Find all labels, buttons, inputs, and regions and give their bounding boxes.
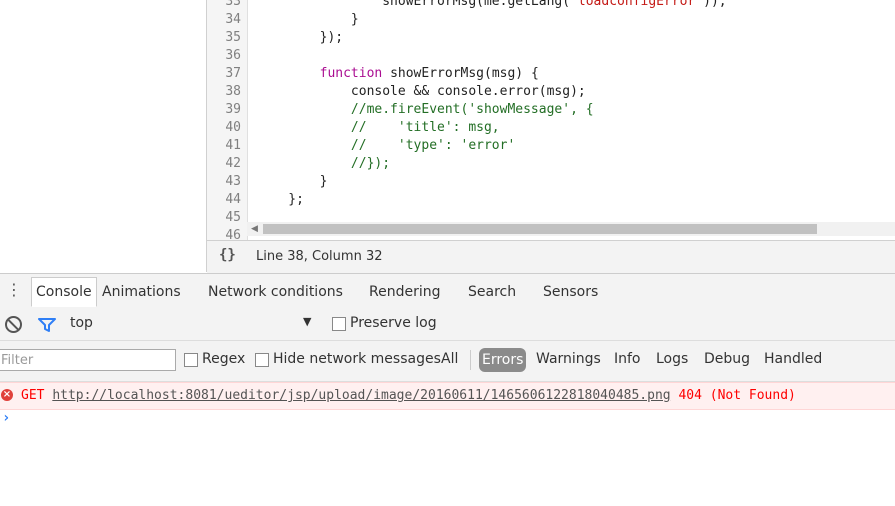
error-status: 404 (Not Found) (678, 388, 796, 403)
code-token: } (257, 174, 328, 189)
regex-checkbox[interactable] (184, 353, 198, 367)
vertical-ellipsis-icon[interactable]: ⋮ (6, 282, 22, 300)
drawer-tabbar: ⋮ Console Animations Network conditions … (0, 273, 895, 309)
code-line[interactable]: } (257, 173, 328, 191)
line-number-gutter[interactable]: 33 34 35 36 37 38 39 40 41 42 43 44 45 46 (207, 0, 248, 240)
tab-sensors[interactable]: Sensors (539, 278, 602, 304)
line-number[interactable]: 44 (207, 191, 241, 209)
line-number[interactable]: 41 (207, 137, 241, 155)
tab-search[interactable]: Search (464, 278, 520, 304)
code-line[interactable]: } (257, 11, 359, 29)
preserve-log-label[interactable]: Preserve log (350, 315, 437, 331)
horizontal-scrollbar[interactable]: ◀ (247, 222, 895, 236)
code-token: showErrorMsg(msg) { (382, 66, 539, 81)
code-token: // 'type': 'error' (350, 138, 516, 153)
line-number[interactable]: 39 (207, 101, 241, 119)
line-number[interactable]: 43 (207, 173, 241, 191)
level-handled[interactable]: Handled (764, 351, 822, 367)
code-token: 'loadconfigError' (570, 0, 704, 9)
filter-input[interactable] (0, 349, 176, 371)
line-number[interactable]: 38 (207, 83, 241, 101)
line-number[interactable]: 37 (207, 65, 241, 83)
line-number[interactable]: 45 (207, 209, 241, 227)
preserve-log-checkbox[interactable] (332, 317, 346, 331)
code-line[interactable]: //}); (257, 155, 390, 173)
tab-console[interactable]: Console (31, 277, 97, 307)
hide-network-checkbox[interactable] (255, 353, 269, 367)
line-number[interactable]: 40 (207, 119, 241, 137)
level-all[interactable]: All (441, 351, 458, 367)
execution-context-select[interactable]: top (70, 315, 320, 333)
pretty-print-icon[interactable]: {} (219, 247, 236, 263)
line-number[interactable]: 36 (207, 47, 241, 65)
filter-icon[interactable] (38, 318, 56, 332)
code-token: }); (257, 30, 344, 45)
code-line[interactable]: showErrorMsg(me.getLang('loadconfigError… (257, 0, 727, 11)
source-editor[interactable]: 33 34 35 36 37 38 39 40 41 42 43 44 45 46 showErrorMs… (207, 0, 895, 240)
level-errors[interactable]: Errors (479, 348, 527, 372)
line-number[interactable]: 34 (207, 11, 241, 29)
console-error-message[interactable]: × GET http://localhost:8081/ueditor/jsp/… (0, 382, 895, 410)
regex-label[interactable]: Regex (202, 351, 245, 367)
cursor-position: Line 38, Column 32 (256, 249, 383, 264)
chevron-down-icon[interactable]: ▼ (303, 315, 311, 328)
console-filter-bar: Regex Hide network messages All Errors W… (0, 341, 895, 382)
level-info[interactable]: Info (614, 351, 641, 367)
level-debug[interactable]: Debug (704, 351, 750, 367)
code-line[interactable]: }; (257, 191, 304, 209)
error-icon: × (1, 389, 13, 401)
code-line[interactable]: // 'title': msg, (257, 119, 500, 137)
line-number[interactable]: 33 (207, 0, 241, 11)
scroll-left-arrow-icon[interactable]: ◀ (251, 222, 261, 236)
code-line[interactable]: //me.fireEvent('showMessage', { (257, 101, 594, 119)
line-number[interactable]: 46 (207, 227, 241, 240)
code-line[interactable]: // 'type': 'error' (257, 137, 515, 155)
tab-rendering[interactable]: Rendering (365, 278, 445, 304)
code-token: //}); (350, 156, 391, 171)
code-token: function (319, 66, 383, 81)
navigator-panel (0, 0, 207, 272)
clear-console-icon[interactable] (5, 316, 22, 333)
error-method: GET (21, 388, 45, 403)
level-warnings[interactable]: Warnings (536, 351, 601, 367)
code-token: //me.fireEvent('showMessage', { (350, 102, 594, 117)
code-token: // 'title': msg, (350, 120, 500, 135)
code-token: showErrorMsg(me.getLang( (257, 0, 571, 9)
code-line[interactable]: }); (257, 29, 343, 47)
level-divider (470, 350, 471, 370)
tab-network-conditions[interactable]: Network conditions (204, 278, 347, 304)
scrollbar-thumb[interactable] (263, 224, 817, 234)
code-token: }; (257, 192, 304, 207)
console-prompt-icon: › (2, 410, 11, 426)
console-input[interactable] (20, 410, 890, 428)
code-line[interactable]: function showErrorMsg(msg) { (257, 65, 539, 83)
code-token: } (257, 12, 359, 27)
code-token: )); (703, 0, 727, 9)
tab-animations[interactable]: Animations (98, 278, 185, 304)
level-logs[interactable]: Logs (656, 351, 688, 367)
line-number[interactable]: 42 (207, 155, 241, 173)
code-line[interactable]: console && console.error(msg); (257, 83, 586, 101)
console-toolbar: top ▼ Preserve log (0, 308, 895, 341)
editor-status-bar: {} Line 38, Column 32 (207, 240, 895, 273)
error-text: GET http://localhost:8081/ueditor/jsp/up… (21, 388, 796, 403)
error-url-link[interactable]: http://localhost:8081/ueditor/jsp/upload… (52, 388, 670, 403)
hide-network-label[interactable]: Hide network messages (273, 351, 441, 367)
code-token: console && console.error(msg); (257, 84, 586, 99)
line-number[interactable]: 35 (207, 29, 241, 47)
